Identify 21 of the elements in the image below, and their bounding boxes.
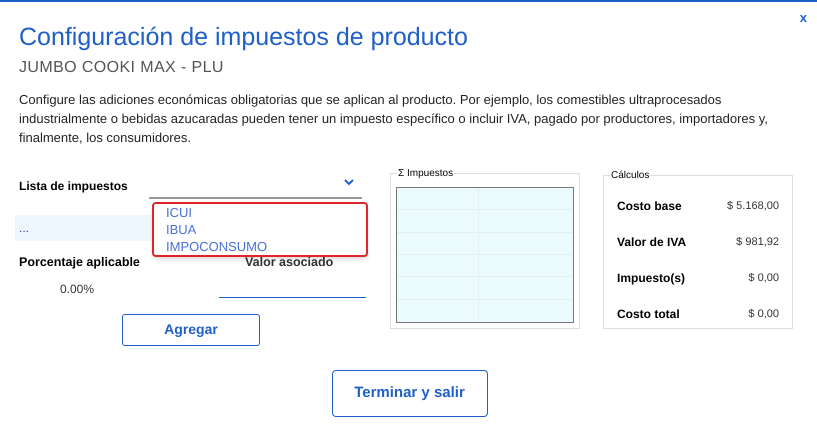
description-text: Configure las adiciones económicas obligatorias que se aplican al producto. Por ejemplo, los comestibles ultraprocesados industrialmente o bebidas azucaradas pueden tener un impuesto específico o incluir IVA, pagado por productores, importadores y, finalmente, los consumidores. (19, 91, 769, 147)
field-label: Valor asociado (245, 254, 334, 271)
product-name: JUMBO COOKI MAX - PLU (19, 58, 225, 78)
calc-value: $ 981,92 (736, 234, 779, 250)
field-label: Lista de impuestos (18, 178, 129, 195)
add-button[interactable]: Agregar (122, 314, 260, 346)
calc-label: Costo base (617, 198, 682, 215)
group-title: Σ Impuestos (397, 166, 454, 181)
percentage-value: 0.00% (59, 280, 96, 298)
calc-label: Valor de IVA (617, 234, 686, 251)
close-button[interactable]: x (800, 8, 807, 28)
calc-value: $ 0,00 (748, 306, 779, 322)
calc-label: Impuesto(s) (617, 270, 686, 287)
calc-value: $ 5.168,00 (727, 198, 779, 214)
calc-value: $ 0,00 (748, 270, 779, 286)
chevron-down-icon (344, 179, 354, 186)
field-label: Porcentaje aplicable (18, 254, 141, 271)
finish-button[interactable]: Terminar y salir (332, 370, 488, 417)
window-title: Configuración de impuestos de producto (19, 22, 469, 52)
dropdown-option[interactable]: IMPOCONSUMO (166, 238, 366, 255)
calc-label: Costo total (617, 306, 680, 323)
